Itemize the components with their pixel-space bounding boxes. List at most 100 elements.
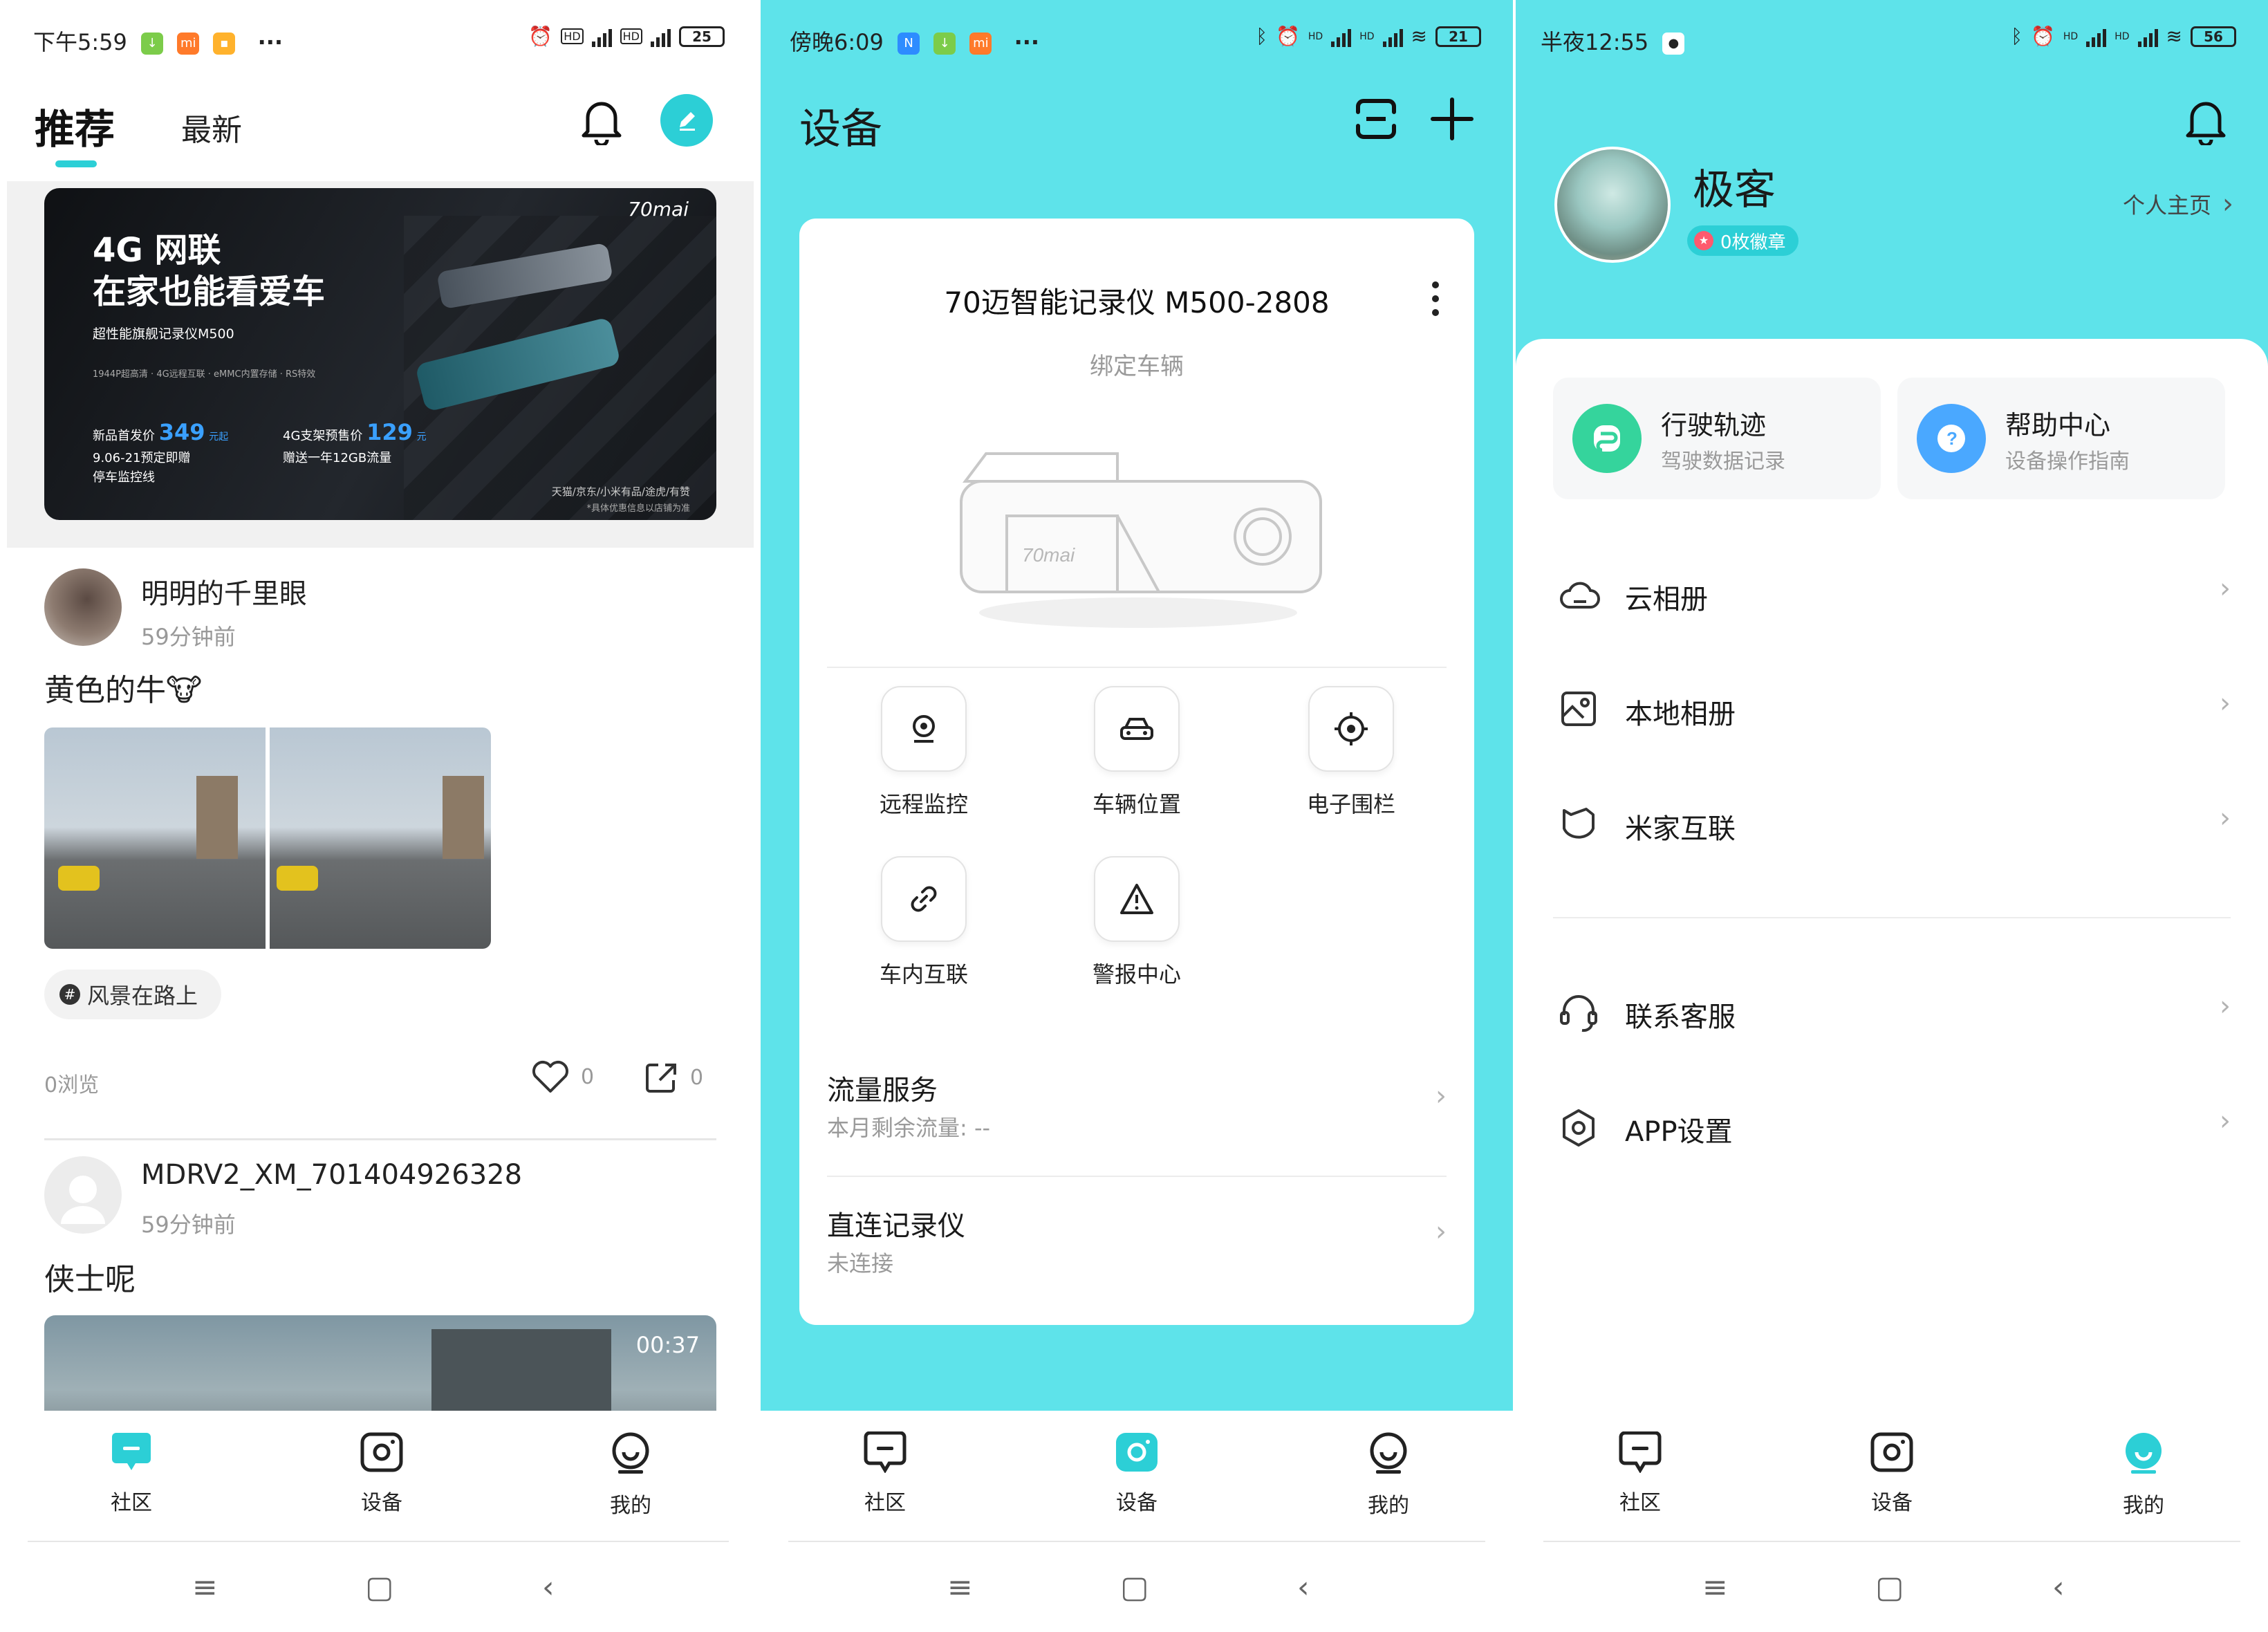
nav-label: 社区 bbox=[1619, 1491, 1661, 1515]
banner-features: 1944P超高清 · 4G远程互联 · eMMC内置存储 · RS特效 bbox=[93, 369, 316, 380]
home-icon[interactable]: ▢ bbox=[365, 1570, 394, 1605]
wifi-icon: ≋ bbox=[2166, 25, 2182, 48]
divider bbox=[1553, 917, 2231, 918]
post-time: 59分钟前 bbox=[141, 624, 236, 650]
share-count: 0 bbox=[690, 1065, 704, 1090]
more-options-icon[interactable] bbox=[1431, 279, 1440, 318]
function-label: 电子围栏 bbox=[1306, 791, 1395, 817]
alarm-icon: ⏰ bbox=[1276, 25, 1300, 48]
nav-label: 社区 bbox=[111, 1491, 152, 1515]
bottom-navigation: 社区 设备 我的 bbox=[28, 1411, 729, 1542]
device-icon bbox=[1870, 1432, 1913, 1472]
headset-icon bbox=[1560, 995, 1597, 1032]
price-label: 4G支架预售价 bbox=[283, 429, 363, 443]
bell-icon[interactable] bbox=[579, 97, 624, 148]
nav-community[interactable]: 社区 bbox=[844, 1431, 927, 1516]
nav-label: 设备 bbox=[1116, 1491, 1158, 1515]
help-center-card[interactable]: ? 帮助中心 设备操作指南 bbox=[1897, 378, 2225, 499]
back-icon[interactable]: ‹ bbox=[542, 1570, 555, 1605]
cloud-icon bbox=[1560, 582, 1600, 609]
topic-tag[interactable]: # 风景在路上 bbox=[44, 970, 222, 1019]
nav-device[interactable]: 设备 bbox=[340, 1431, 423, 1516]
menu-icon[interactable]: ≡ bbox=[1702, 1570, 1728, 1605]
promo-banner[interactable]: 70mai 4G 网联 在家也能看爱车 超性能旗舰记录仪M500 1944P超高… bbox=[44, 188, 716, 520]
tab-indicator bbox=[55, 160, 97, 167]
nav-mine[interactable]: 我的 bbox=[589, 1431, 672, 1519]
nav-community[interactable]: 社区 bbox=[1599, 1431, 1682, 1516]
price-note: 9.06-21预定即赠 bbox=[93, 451, 191, 465]
nav-mine[interactable]: 我的 bbox=[2102, 1431, 2185, 1519]
nav-community[interactable]: 社区 bbox=[90, 1431, 173, 1516]
mijia-connect-row[interactable]: 米家互联 › bbox=[1553, 791, 2231, 860]
profile-icon bbox=[612, 1432, 649, 1474]
device-name: 70迈智能记录仪 M500-2808 bbox=[944, 286, 1330, 319]
function-target[interactable]: 电子围栏 bbox=[1289, 686, 1413, 819]
avatar[interactable] bbox=[1554, 147, 1671, 263]
avatar[interactable] bbox=[44, 1156, 122, 1234]
tab-recommend[interactable]: 推荐 bbox=[35, 97, 115, 155]
help-icon: ? bbox=[1917, 404, 1986, 473]
function-warning[interactable]: 警报中心 bbox=[1075, 856, 1199, 989]
local-album-row[interactable]: 本地相册 › bbox=[1553, 676, 2231, 745]
scan-icon[interactable] bbox=[1354, 97, 1398, 144]
video-duration: 00:37 bbox=[635, 1332, 700, 1358]
back-icon[interactable]: ‹ bbox=[1297, 1570, 1310, 1605]
app-settings-row[interactable]: APP设置 › bbox=[1553, 1094, 2231, 1163]
edit-icon[interactable] bbox=[660, 94, 713, 147]
device-icon bbox=[1116, 1433, 1158, 1472]
bind-vehicle-link[interactable]: 绑定车辆 bbox=[799, 347, 1474, 381]
like-button[interactable]: 0 bbox=[531, 1059, 594, 1094]
hd-badge: HD bbox=[561, 28, 584, 44]
function-car[interactable]: 车辆位置 bbox=[1075, 686, 1199, 819]
post-username[interactable]: MDRV2_XM_701404926328 bbox=[141, 1159, 522, 1191]
menu-label: APP设置 bbox=[1625, 1116, 1733, 1148]
personal-home-link[interactable]: 个人主页 › bbox=[2123, 188, 2233, 220]
card-title: 帮助中心 bbox=[2005, 410, 2111, 441]
function-label: 车辆位置 bbox=[1092, 791, 1181, 817]
post-image[interactable] bbox=[44, 727, 266, 949]
avatar[interactable] bbox=[44, 568, 122, 646]
post-image[interactable] bbox=[270, 727, 491, 949]
direct-connect-row[interactable]: 直连记录仪 未连接 › bbox=[827, 1203, 1447, 1286]
home-icon[interactable]: ▢ bbox=[1120, 1570, 1149, 1605]
post-time: 59分钟前 bbox=[141, 1212, 236, 1238]
contact-service-row[interactable]: 联系客服 › bbox=[1553, 979, 2231, 1048]
back-icon[interactable]: ‹ bbox=[2052, 1570, 2065, 1605]
traffic-service-row[interactable]: 流量服务 本月剩余流量: -- › bbox=[827, 1068, 1447, 1151]
post-username[interactable]: 明明的千里眼 bbox=[141, 571, 307, 611]
svg-text:70mai: 70mai bbox=[1022, 544, 1075, 566]
target-icon bbox=[1308, 686, 1394, 772]
hd-badge: HD bbox=[1308, 30, 1323, 42]
function-link[interactable]: 车内互联 bbox=[862, 856, 986, 989]
download-icon: ↓ bbox=[933, 33, 956, 55]
card-title: 行驶轨迹 bbox=[1661, 410, 1767, 441]
banner-headline: 在家也能看爱车 bbox=[93, 272, 326, 311]
status-time: 半夜12:55 bbox=[1541, 29, 1649, 55]
chevron-right-icon: › bbox=[2220, 573, 2231, 604]
content-sheet bbox=[1516, 339, 2268, 1445]
nav-device[interactable]: 设备 bbox=[1850, 1431, 1933, 1516]
hd-badge: HD bbox=[1359, 30, 1375, 42]
bottom-navigation: 社区 设备 我的 bbox=[1543, 1411, 2240, 1542]
share-button[interactable]: 0 bbox=[643, 1059, 703, 1095]
cloud-album-row[interactable]: 云相册 › bbox=[1553, 562, 2231, 631]
nav-mine[interactable]: 我的 bbox=[1347, 1431, 1430, 1519]
menu-label: 米家互联 bbox=[1625, 813, 1736, 845]
menu-icon[interactable]: ≡ bbox=[947, 1570, 973, 1605]
nav-device[interactable]: 设备 bbox=[1095, 1431, 1178, 1516]
more-icon: ··· bbox=[257, 29, 284, 55]
device-card: 70迈智能记录仪 M500-2808 绑定车辆 70mai 远程监控 车辆位置 电子… bbox=[799, 219, 1474, 1325]
chevron-right-icon: › bbox=[2220, 687, 2231, 719]
function-webcam[interactable]: 远程监控 bbox=[862, 686, 986, 819]
add-icon[interactable] bbox=[1430, 97, 1474, 144]
menu-icon[interactable]: ≡ bbox=[192, 1570, 218, 1605]
signal-icon bbox=[2137, 26, 2158, 47]
mi-icon: mi bbox=[969, 33, 992, 55]
row-subtitle: 本月剩余流量: -- bbox=[827, 1115, 991, 1141]
driving-track-card[interactable]: 行驶轨迹 驾驶数据记录 bbox=[1553, 378, 1881, 499]
badge-count[interactable]: ★ 0枚徽章 bbox=[1687, 225, 1798, 256]
home-icon[interactable]: ▢ bbox=[1875, 1570, 1904, 1605]
status-bar: 下午5:59 ↓ mi ▪ ··· ⏰ HD HD 25 bbox=[0, 0, 756, 80]
tab-latest[interactable]: 最新 bbox=[181, 105, 242, 149]
bell-icon[interactable] bbox=[2184, 97, 2228, 148]
